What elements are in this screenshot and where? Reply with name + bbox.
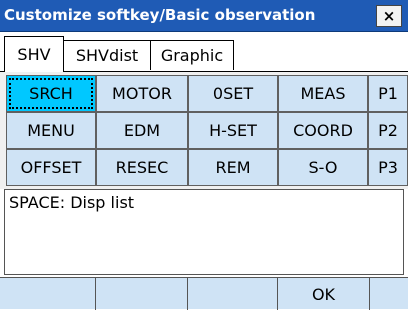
softkey-label: H-SET: [209, 121, 257, 140]
softkey-label: 0SET: [212, 84, 254, 103]
softkey-label: MOTOR: [112, 84, 172, 103]
softkey-p3[interactable]: P3: [368, 149, 408, 186]
softkey-motor[interactable]: MOTOR: [96, 75, 188, 112]
softkey-label: OFFSET: [20, 158, 82, 177]
softkey-label: RESEC: [115, 158, 169, 177]
info-panel: SPACE: Disp list: [4, 189, 404, 275]
softkey-label: P3: [378, 158, 398, 177]
close-button[interactable]: ×: [376, 5, 402, 27]
function-key-1[interactable]: [0, 278, 96, 310]
tab-shvdist[interactable]: SHVdist: [63, 40, 151, 70]
softkey-label: MENU: [27, 121, 75, 140]
softkey-s-o[interactable]: S-O: [278, 149, 368, 186]
softkey-srch[interactable]: SRCH: [6, 75, 96, 112]
tab-label: Graphic: [160, 46, 224, 65]
softkey-h-set[interactable]: H-SET: [188, 112, 278, 149]
tab-shv[interactable]: SHV: [4, 36, 64, 72]
softkey-0set[interactable]: 0SET: [188, 75, 278, 112]
ok-button[interactable]: OK: [278, 278, 370, 310]
close-icon: ×: [382, 7, 396, 25]
softkey-meas[interactable]: MEAS: [278, 75, 368, 112]
softkey-label: P2: [378, 121, 398, 140]
softkey-label: SRCH: [29, 84, 73, 103]
softkey-label: COORD: [293, 121, 353, 140]
softkey-offset[interactable]: OFFSET: [6, 149, 96, 186]
ok-label: OK: [311, 284, 336, 304]
info-text: SPACE: Disp list: [9, 193, 135, 212]
softkey-grid: SRCH MOTOR 0SET MEAS P1 MENU EDM H-SET C…: [0, 72, 408, 189]
softkey-menu[interactable]: MENU: [6, 112, 96, 149]
softkey-rem[interactable]: REM: [188, 149, 278, 186]
softkey-label: S-O: [308, 158, 338, 177]
tab-graphic[interactable]: Graphic: [150, 40, 234, 70]
function-key-bar: OK: [0, 277, 408, 310]
softkey-label: REM: [215, 158, 251, 177]
softkey-edm[interactable]: EDM: [96, 112, 188, 149]
tab-label: SHVdist: [75, 46, 139, 65]
function-key-5[interactable]: [370, 278, 408, 310]
softkey-resec[interactable]: RESEC: [96, 149, 188, 186]
window-title: Customize softkey/Basic observation: [4, 6, 316, 24]
softkey-p1[interactable]: P1: [368, 75, 408, 112]
function-key-3[interactable]: [188, 278, 278, 310]
function-key-2[interactable]: [96, 278, 188, 310]
softkey-label: MEAS: [300, 84, 346, 103]
tab-strip: SHV SHVdist Graphic: [0, 32, 408, 72]
softkey-label: EDM: [123, 121, 161, 140]
softkey-label: P1: [378, 84, 398, 103]
softkey-coord[interactable]: COORD: [278, 112, 368, 149]
tab-label: SHV: [17, 45, 51, 64]
title-bar: Customize softkey/Basic observation ×: [0, 0, 408, 32]
softkey-p2[interactable]: P2: [368, 112, 408, 149]
